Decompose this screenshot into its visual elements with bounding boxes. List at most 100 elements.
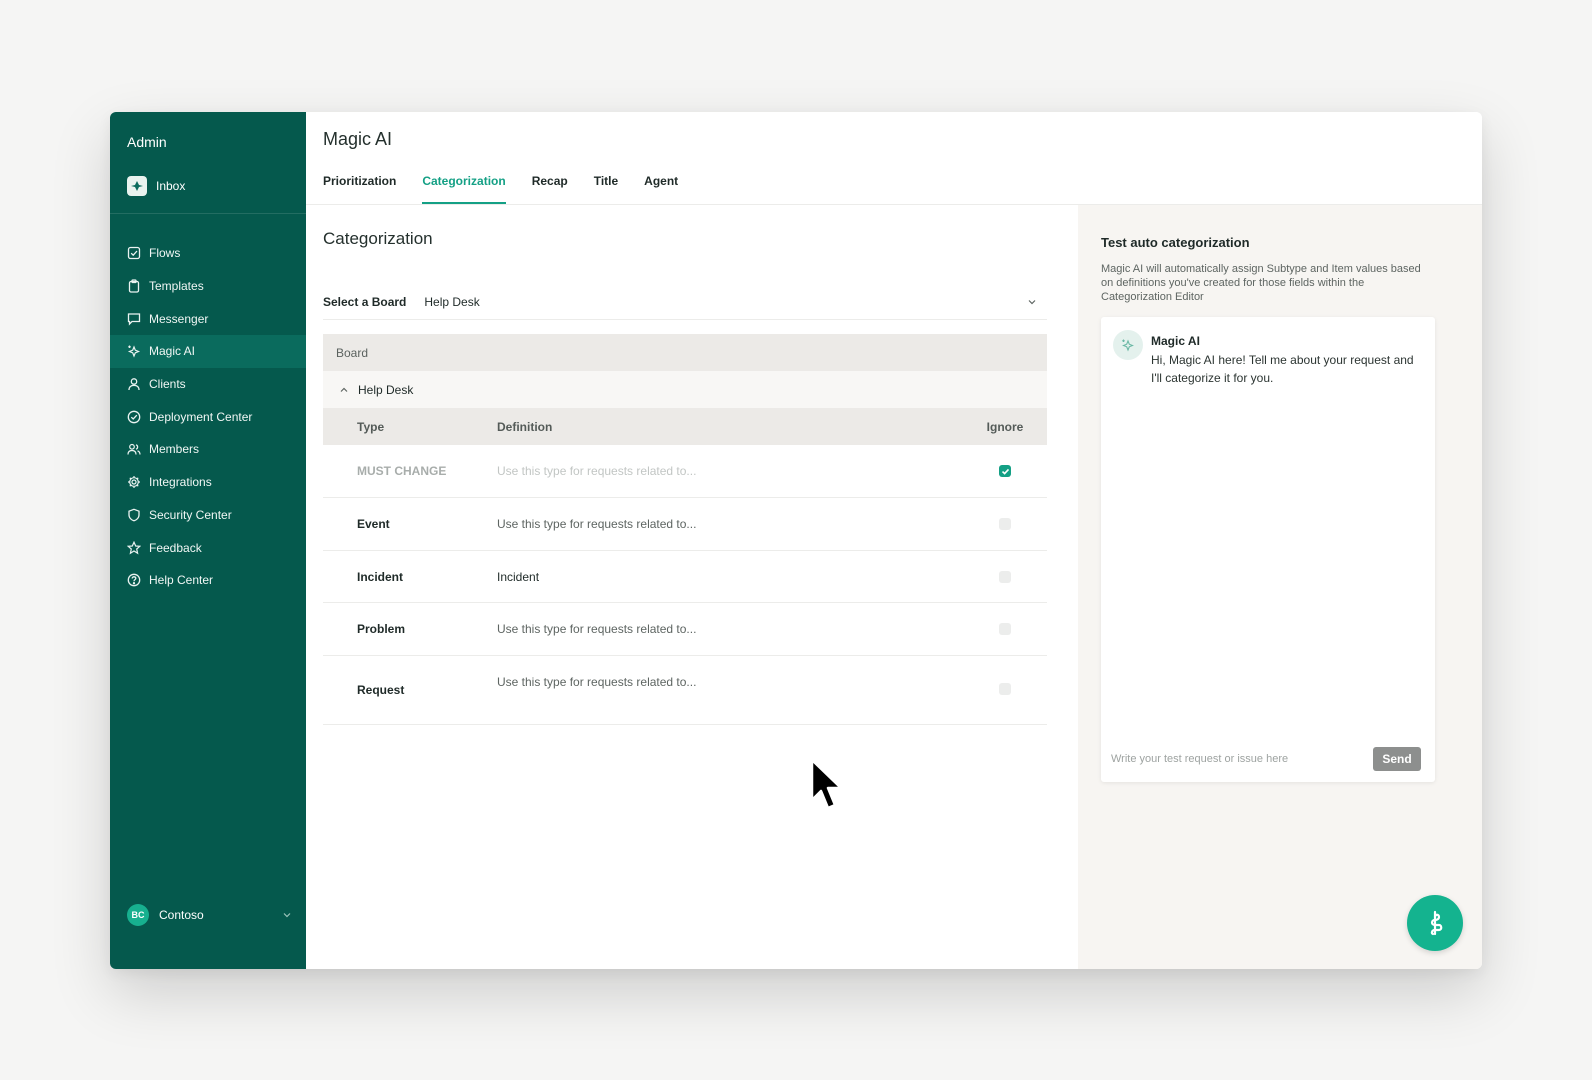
sidebar-item-label: Messenger xyxy=(149,311,209,326)
help-launcher-button[interactable] xyxy=(1407,895,1463,951)
tab-agent[interactable]: Agent xyxy=(644,174,678,204)
definition-cell[interactable]: Use this type for requests related to... xyxy=(497,464,963,478)
sidebar-item-label: Feedback xyxy=(149,540,202,555)
column-header-definition: Definition xyxy=(497,419,553,434)
tab-categorization[interactable]: Categorization xyxy=(422,174,506,204)
sidebar-item-members[interactable]: Members xyxy=(110,433,306,466)
sparkles-icon xyxy=(1122,339,1134,352)
sparkles-icon xyxy=(127,345,141,359)
chat-box: Magic AI Hi, Magic AI here! Tell me abou… xyxy=(1101,317,1435,782)
tab-bar: Prioritization Categorization Recap Titl… xyxy=(323,174,678,204)
sidebar-item-label: Security Center xyxy=(149,507,232,522)
sidebar-item-label: Inbox xyxy=(156,179,186,193)
sidebar-item-inbox[interactable]: Inbox xyxy=(127,176,185,196)
board-select-value: Help Desk xyxy=(424,295,480,309)
chevron-up-icon xyxy=(340,387,348,392)
tab-prioritization[interactable]: Prioritization xyxy=(323,174,396,204)
send-button[interactable]: Send xyxy=(1373,747,1421,771)
board-header: Board xyxy=(323,334,1047,371)
board-select-label: Select a Board xyxy=(323,295,407,309)
help-circle-icon xyxy=(127,573,141,587)
chevron-down-icon xyxy=(283,913,291,918)
board-group-name: Help Desk xyxy=(358,382,414,397)
check-icon xyxy=(1001,468,1009,475)
gear-icon xyxy=(128,476,140,489)
message-text: Hi, Magic AI here! Tell me about your re… xyxy=(1151,353,1414,385)
inbox-logo-icon xyxy=(127,176,147,196)
test-request-input[interactable] xyxy=(1109,752,1373,766)
type-cell: MUST CHANGE xyxy=(357,464,447,478)
shield-icon xyxy=(128,508,140,522)
definition-cell[interactable]: Incident xyxy=(497,570,963,584)
sidebar-item-flows[interactable]: Flows xyxy=(110,237,306,270)
sidebar-nav: Flows Templates Messenger Magic AI Clien… xyxy=(110,237,306,597)
table-header: Type Definition Ignore xyxy=(323,408,1047,445)
users-icon xyxy=(127,444,141,456)
ignore-checkbox[interactable] xyxy=(999,465,1011,477)
sidebar-item-templates[interactable]: Templates xyxy=(110,270,306,303)
type-cell: Event xyxy=(357,517,390,531)
ignore-cell xyxy=(963,683,1047,695)
sidebar-item-label: Templates xyxy=(149,279,204,294)
definition-cell[interactable]: Use this type for requests related to... xyxy=(497,675,963,689)
mouse-cursor-icon xyxy=(810,758,843,810)
test-panel-description: Magic AI will automatically assign Subty… xyxy=(1101,263,1421,303)
definition-cell[interactable]: Use this type for requests related to... xyxy=(497,622,963,636)
ignore-cell xyxy=(963,623,1047,635)
message-sender: Magic AI xyxy=(1151,334,1200,348)
sidebar-item-help-center[interactable]: Help Center xyxy=(110,564,306,597)
board-select[interactable]: Select a Board Help Desk xyxy=(323,285,1047,320)
sidebar-item-messenger[interactable]: Messenger xyxy=(110,302,306,335)
type-cell: Incident xyxy=(357,569,404,584)
sidebar-item-security-center[interactable]: Security Center xyxy=(110,499,306,532)
test-panel: Test auto categorization Magic AI will a… xyxy=(1078,205,1482,969)
type-cell: Problem xyxy=(357,622,406,636)
ignore-checkbox[interactable] xyxy=(999,683,1011,695)
board-group-toggle[interactable]: Help Desk xyxy=(323,371,1047,408)
tab-recap[interactable]: Recap xyxy=(532,174,568,204)
sidebar-item-clients[interactable]: Clients xyxy=(110,368,306,401)
sidebar-item-label: Deployment Center xyxy=(149,409,253,424)
categorization-table: Board Help Desk Type Definition Ignore M… xyxy=(323,334,1047,725)
check-square-icon xyxy=(127,247,141,260)
sidebar-item-label: Integrations xyxy=(149,475,212,490)
sidebar-item-label: Clients xyxy=(149,377,186,392)
brand-logo-icon xyxy=(1430,910,1443,936)
ignore-checkbox[interactable] xyxy=(999,623,1011,635)
table-row: Incident Incident xyxy=(323,551,1047,603)
avatar: BC xyxy=(127,904,149,926)
sidebar-item-magic-ai[interactable]: Magic AI xyxy=(110,335,306,368)
tab-title[interactable]: Title xyxy=(594,174,618,204)
ignore-cell xyxy=(963,465,1047,477)
sidebar-item-label: Help Center xyxy=(149,573,214,588)
check-circle-icon xyxy=(127,410,141,424)
sidebar: Admin Inbox Flows Templates Messenger Ma… xyxy=(110,112,306,969)
sidebar-divider xyxy=(110,213,306,214)
app-window: Admin Inbox Flows Templates Messenger Ma… xyxy=(110,112,1482,969)
sidebar-item-deployment-center[interactable]: Deployment Center xyxy=(110,400,306,433)
sidebar-title: Admin xyxy=(127,134,167,150)
page-title: Magic AI xyxy=(323,129,393,149)
ignore-checkbox[interactable] xyxy=(999,570,1011,583)
chat-message: Magic AI Hi, Magic AI here! Tell me abou… xyxy=(1113,330,1421,387)
sidebar-item-label: Magic AI xyxy=(149,344,196,359)
definition-cell[interactable]: Use this type for requests related to... xyxy=(497,517,963,531)
test-panel-title: Test auto categorization xyxy=(1101,235,1250,250)
table-row: Event Use this type for requests related… xyxy=(323,498,1047,551)
sidebar-item-feedback[interactable]: Feedback xyxy=(110,531,306,564)
ignore-cell xyxy=(963,570,1047,583)
ignore-cell xyxy=(963,518,1047,530)
message-icon xyxy=(127,313,141,326)
org-switcher[interactable]: BC Contoso xyxy=(127,904,292,926)
type-cell: Request xyxy=(357,683,405,697)
table-row: Problem Use this type for requests relat… xyxy=(323,603,1047,656)
section-title: Categorization xyxy=(323,229,433,248)
page-header: Magic AI Prioritization Categorization R… xyxy=(306,112,1482,205)
ignore-checkbox[interactable] xyxy=(999,518,1011,530)
table-row: MUST CHANGE Use this type for requests r… xyxy=(323,445,1047,498)
sidebar-item-integrations[interactable]: Integrations xyxy=(110,466,306,499)
sidebar-item-label: Members xyxy=(149,442,200,457)
clipboard-icon xyxy=(128,279,140,293)
main-content: Categorization Select a Board Help Desk … xyxy=(306,205,1078,969)
sidebar-item-label: Flows xyxy=(149,246,181,261)
